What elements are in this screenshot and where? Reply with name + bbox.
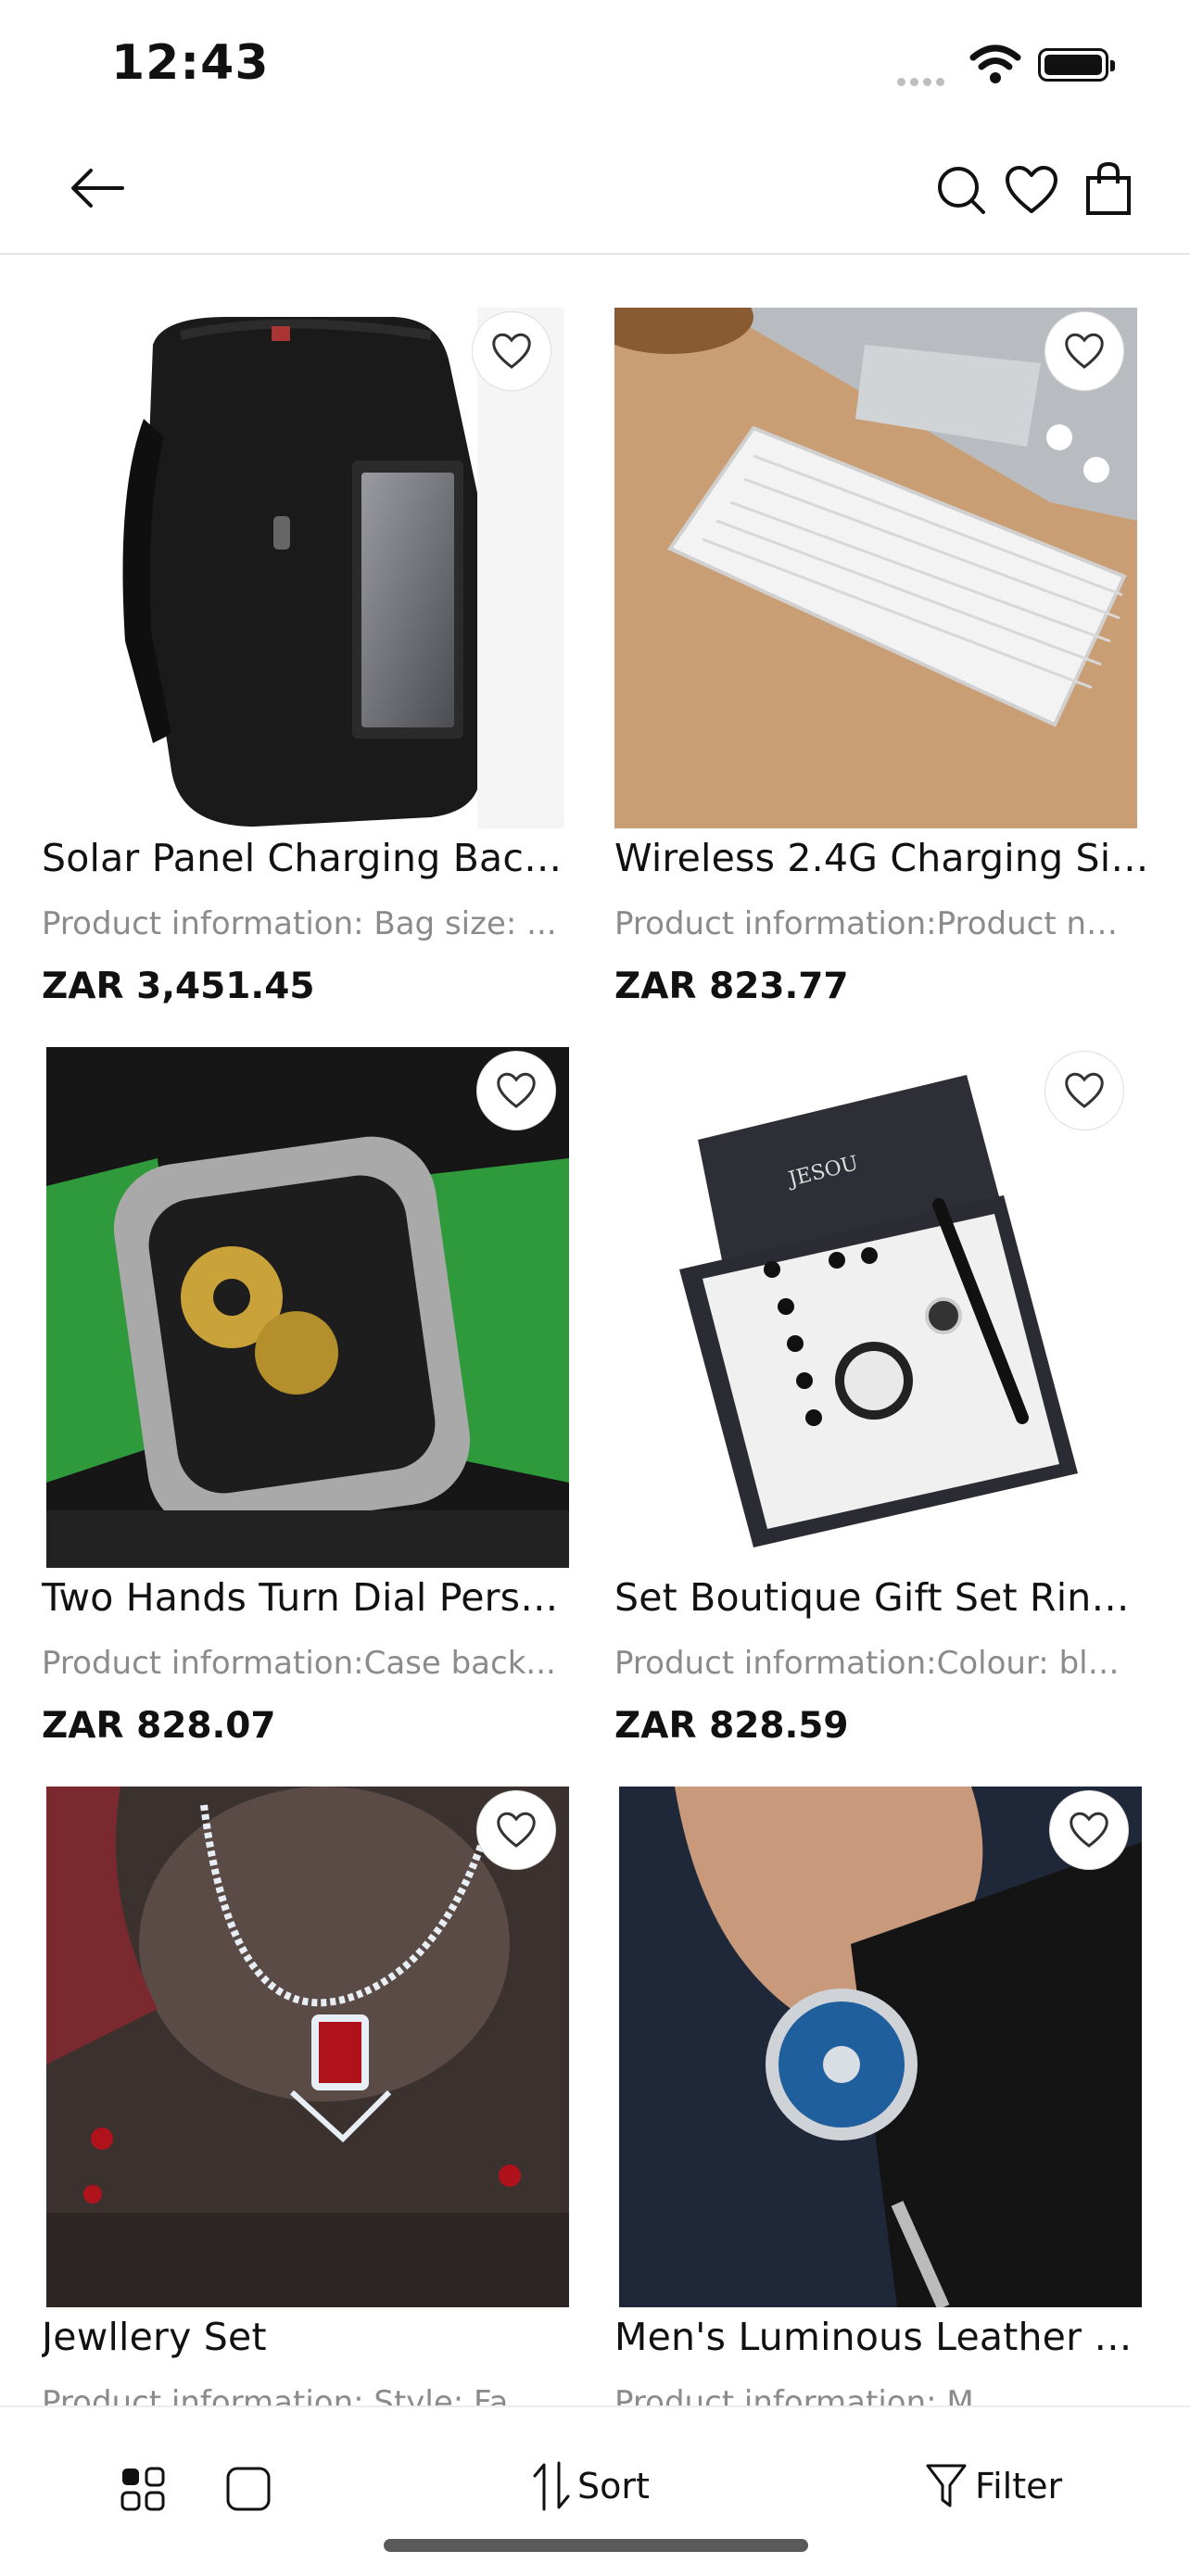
product-price: ZAR 828.59 xyxy=(614,1705,849,1747)
favorite-button[interactable] xyxy=(1044,1051,1124,1130)
sort-button[interactable]: Sort xyxy=(533,2461,650,2511)
favorite-button[interactable] xyxy=(476,1051,556,1130)
heart-icon xyxy=(497,1812,536,1848)
favorite-button[interactable] xyxy=(1049,1790,1129,1870)
heart-icon xyxy=(1065,333,1104,369)
filter-label: Filter xyxy=(975,2466,1063,2507)
wifi-icon xyxy=(969,44,1021,83)
top-nav-bar xyxy=(0,130,1190,255)
product-image-keyboard[interactable] xyxy=(614,308,1137,828)
status-time: 12:43 xyxy=(111,35,270,91)
product-title: Solar Panel Charging Backpack xyxy=(42,836,579,880)
product-image-gift-set[interactable]: JESOU xyxy=(614,1047,1137,1568)
product-title: Two Hands Turn Dial Personality Watch xyxy=(42,1575,579,1620)
grid-view-icon[interactable] xyxy=(120,2467,165,2511)
home-indicator xyxy=(384,2539,808,2552)
favorite-button[interactable] xyxy=(476,1790,556,1870)
heart-icon xyxy=(492,333,531,369)
shopping-bag-icon[interactable] xyxy=(1084,161,1133,217)
product-image-wrist-watch[interactable] xyxy=(619,1787,1142,2307)
cellular-signal-icon xyxy=(897,72,949,90)
single-view-icon[interactable] xyxy=(226,2467,271,2511)
product-title: Men's Luminous Leather Clock Watch xyxy=(614,2315,1152,2359)
favorite-button[interactable] xyxy=(1044,311,1124,391)
product-image-watch[interactable] xyxy=(46,1047,569,1568)
product-price: ZAR 823.77 xyxy=(614,966,849,1007)
product-title: Set Boutique Gift Set Ring Watch xyxy=(614,1575,1152,1620)
product-image-backpack[interactable] xyxy=(42,308,564,828)
funnel-icon xyxy=(926,2464,967,2507)
product-description: Product information:Case back... xyxy=(42,1645,556,1682)
search-icon[interactable] xyxy=(936,165,986,215)
product-price: ZAR 3,451.45 xyxy=(42,966,315,1007)
product-description: Product information:Colour: black... xyxy=(614,1645,1133,1682)
heart-icon xyxy=(1070,1812,1108,1848)
heart-icon xyxy=(1065,1072,1104,1108)
product-description: Product information:Product name... xyxy=(614,905,1133,942)
arrow-left-icon[interactable] xyxy=(69,167,124,209)
status-bar: 12:43 xyxy=(0,0,1190,130)
sort-label: Sort xyxy=(577,2466,650,2507)
heart-icon[interactable] xyxy=(1005,165,1058,215)
sort-arrows-icon xyxy=(533,2461,570,2511)
product-description: Product information: Bag size: ... xyxy=(42,905,557,942)
product-title: Wireless 2.4G Charging Silent Keyboard xyxy=(614,836,1152,880)
filter-button[interactable]: Filter xyxy=(925,2463,1062,2509)
product-title: Jewllery Set xyxy=(42,2315,267,2359)
product-image-jewellery[interactable] xyxy=(46,1787,569,2307)
heart-icon xyxy=(497,1072,536,1108)
product-price: ZAR 828.07 xyxy=(42,1705,276,1747)
favorite-button[interactable] xyxy=(472,311,551,391)
battery-icon xyxy=(1038,48,1115,82)
